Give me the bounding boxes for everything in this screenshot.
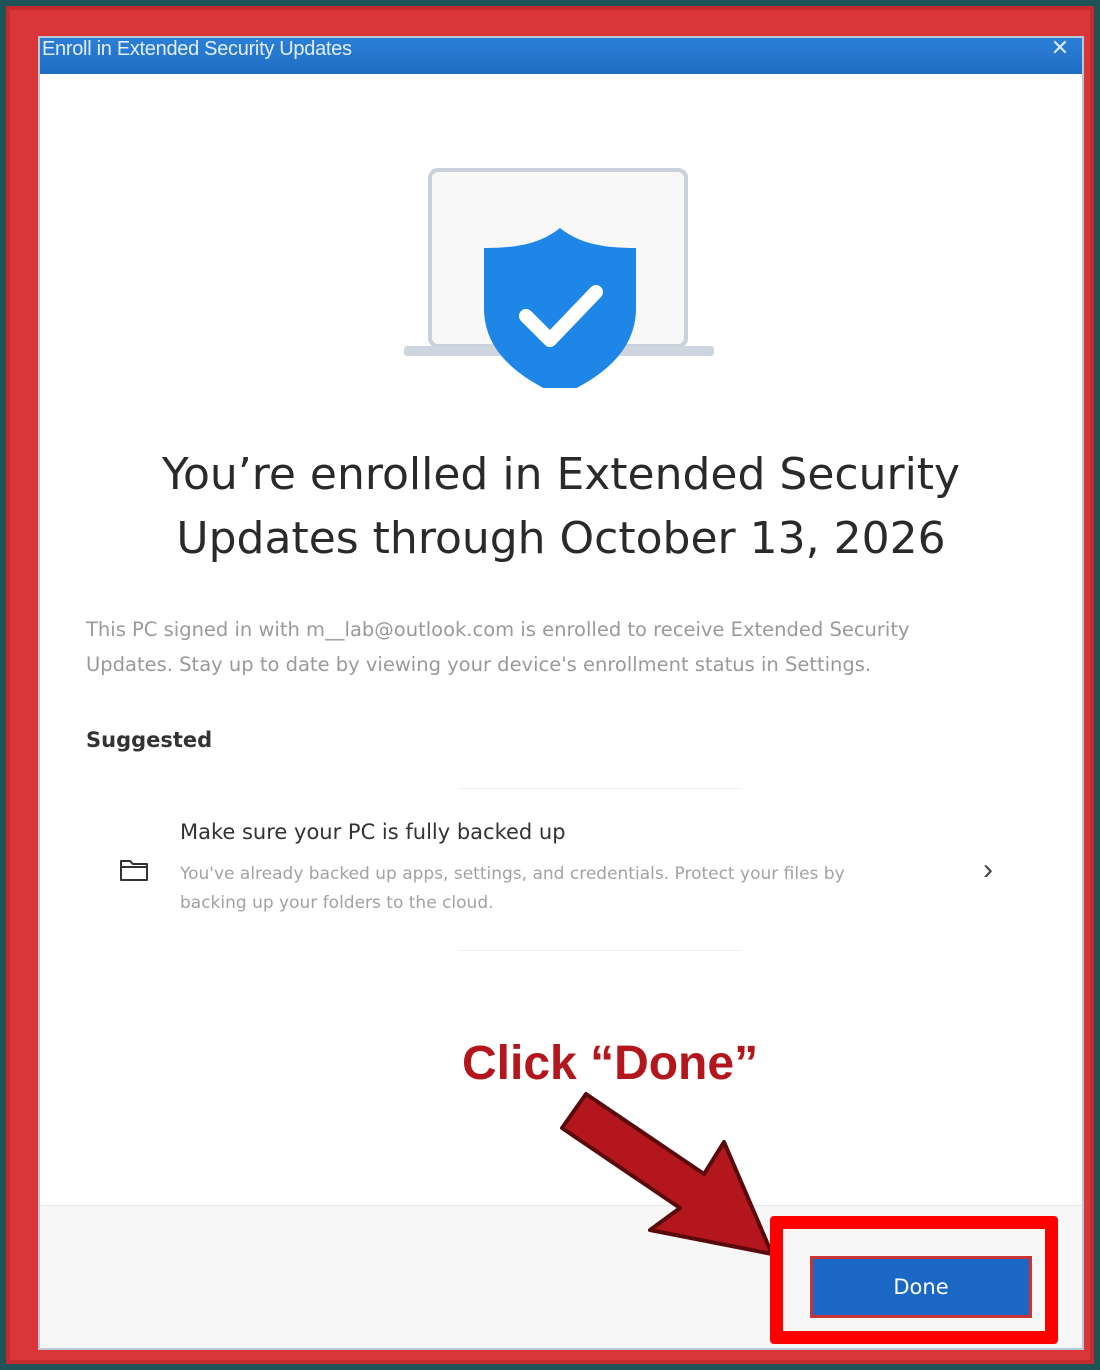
window-title: Enroll in Extended Security Updates [42, 38, 352, 60]
laptop-shield-illustration [404, 168, 714, 388]
suggestion-title: Make sure your PC is fully backed up [180, 820, 566, 844]
page-title: You’re enrolled in Extended Security Upd… [100, 443, 1022, 571]
chevron-right-icon[interactable]: › [976, 852, 1000, 888]
suggestion-desc-line2: backing up your folders to the cloud. [180, 893, 494, 913]
headline-line1: You’re enrolled in Extended Security [161, 449, 961, 500]
suggestion-description: You've already backed up apps, settings,… [180, 860, 940, 918]
body-line1: This PC signed in with m__lab@outlook.co… [86, 618, 910, 641]
arrow-icon [560, 1092, 774, 1256]
headline-line2: Updates through October 13, 2026 [176, 513, 946, 564]
folder-icon [120, 860, 148, 881]
suggestion-divider-bottom [460, 950, 740, 951]
done-button[interactable]: Done [810, 1256, 1032, 1318]
enrollment-description: This PC signed in with m__lab@outlook.co… [86, 612, 1016, 682]
suggestion-divider-top [460, 788, 740, 789]
backup-suggestion-item[interactable]: Make sure your PC is fully backed up You… [100, 798, 1020, 978]
body-line2: Updates. Stay up to date by viewing your… [86, 653, 872, 676]
shield-icon [484, 228, 636, 388]
suggested-heading: Suggested [86, 728, 213, 752]
titlebar: Enroll in Extended Security Updates ✕ [40, 36, 1082, 74]
suggestion-desc-line1: You've already backed up apps, settings,… [180, 864, 845, 884]
close-icon[interactable]: ✕ [1048, 36, 1072, 60]
